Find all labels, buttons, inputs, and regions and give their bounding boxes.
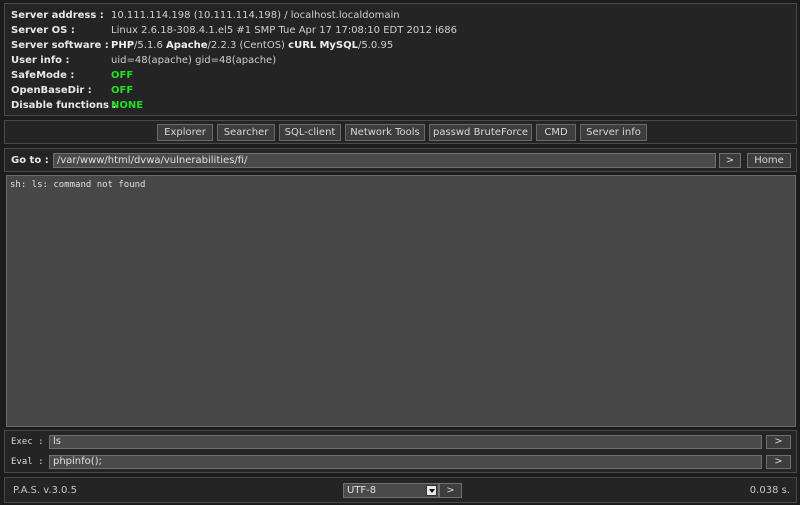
server-os-label: Server OS :: [11, 25, 75, 36]
php-version: /5.1.6: [134, 40, 163, 51]
eval-input[interactable]: phpinfo();: [49, 455, 762, 469]
sql-client-button[interactable]: SQL-client: [279, 124, 341, 141]
user-info-value: uid=48(apache) gid=48(apache): [111, 55, 277, 66]
server-software-label: Server software :: [11, 40, 109, 51]
goto-bar: Go to : /var/www/html/dvwa/vulnerabiliti…: [4, 148, 797, 172]
searcher-button[interactable]: Searcher: [217, 124, 275, 141]
path-input[interactable]: /var/www/html/dvwa/vulnerabilities/fi/: [53, 153, 716, 168]
server-os-value: Linux 2.6.18-308.4.1.el5 #1 SMP Tue Apr …: [111, 25, 457, 36]
apache-name: Apache: [166, 40, 208, 51]
output-textarea[interactable]: sh: ls: command not found: [6, 175, 796, 427]
safemode-label: SafeMode :: [11, 70, 75, 81]
exec-run-button[interactable]: >: [766, 435, 791, 449]
openbasedir-value: OFF: [111, 85, 134, 96]
disable-functions-label: Disable functions :: [11, 100, 117, 111]
chevron-down-icon[interactable]: [426, 485, 437, 496]
cmd-button[interactable]: CMD: [536, 124, 576, 141]
output-text: sh: ls: command not found: [10, 180, 146, 190]
eval-run-button[interactable]: >: [766, 455, 791, 469]
goto-submit-button[interactable]: >: [719, 153, 741, 168]
php-name: PHP: [111, 40, 135, 51]
safemode-value: OFF: [111, 70, 134, 81]
openbasedir-label: OpenBaseDir :: [11, 85, 92, 96]
server-info-panel: Server address : 10.111.114.198 (10.111.…: [4, 3, 797, 116]
server-address-value: 10.111.114.198 (10.111.114.198) / localh…: [111, 10, 400, 21]
timing-label: 0.038 s.: [749, 485, 790, 496]
user-info-label: User info :: [11, 55, 70, 66]
server-software-value: PHP/5.1.6 Apache/2.2.3 (CentOS) cURL MyS…: [111, 39, 393, 53]
mysql-version: /5.0.95: [358, 40, 394, 51]
server-info-button[interactable]: Server info: [580, 124, 647, 141]
apache-version: /2.2.3 (CentOS): [207, 40, 285, 51]
command-panel: Exec : ls > Eval : phpinfo(); >: [4, 430, 797, 473]
encoding-select[interactable]: UTF-8: [343, 483, 439, 498]
version-label: P.A.S. v.3.0.5: [13, 485, 77, 496]
eval-label: Eval :: [11, 457, 44, 467]
server-address-label: Server address :: [11, 10, 104, 21]
encoding-go-button[interactable]: >: [439, 483, 462, 498]
disable-functions-value: NONE: [111, 100, 144, 111]
exec-label: Exec :: [11, 437, 44, 447]
nav-toolbar: Explorer Searcher SQL-client Network Too…: [4, 120, 797, 144]
mysql-name: MySQL: [319, 40, 358, 51]
home-button[interactable]: Home: [747, 153, 791, 168]
footer-bar: P.A.S. v.3.0.5 UTF-8 > 0.038 s.: [4, 477, 797, 503]
network-tools-button[interactable]: Network Tools: [345, 124, 425, 141]
passwd-bruteforce-button[interactable]: passwd BruteForce: [429, 124, 532, 141]
curl-name: cURL: [288, 40, 317, 51]
exec-input[interactable]: ls: [49, 435, 762, 449]
goto-label: Go to :: [11, 155, 49, 166]
explorer-button[interactable]: Explorer: [157, 124, 213, 141]
encoding-value: UTF-8: [347, 485, 377, 496]
